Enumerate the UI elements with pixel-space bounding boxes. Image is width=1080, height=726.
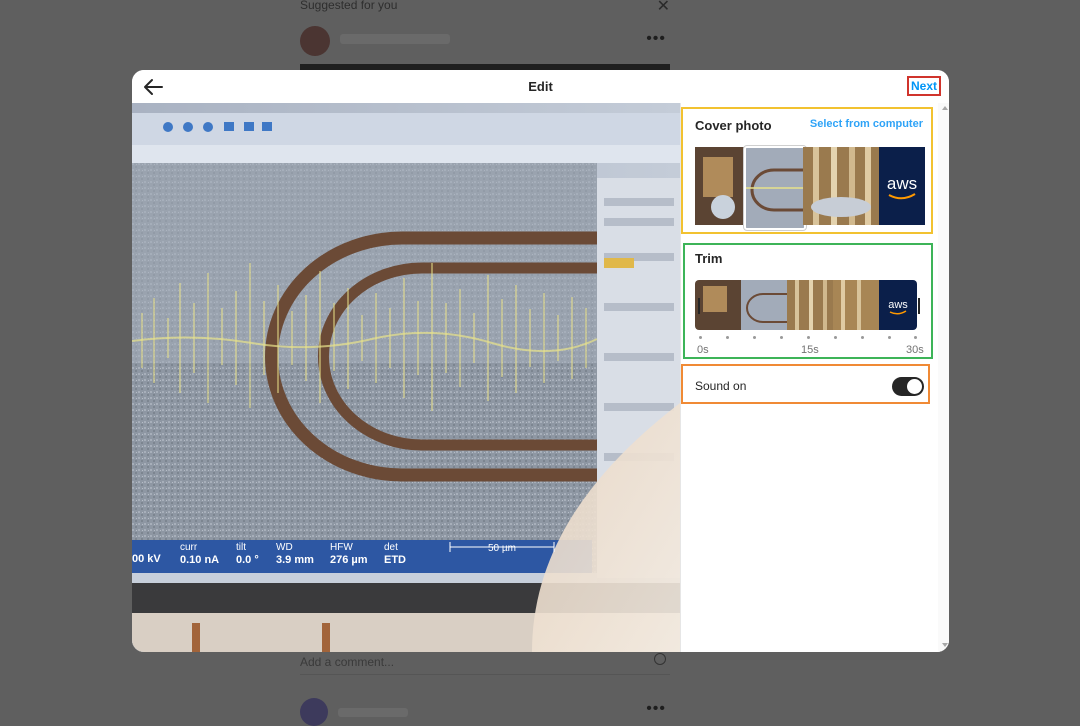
sem-label: det (384, 542, 398, 553)
sem-value: 3.9 mm (276, 554, 314, 566)
timeline-ticks (699, 336, 919, 340)
emoji-icon[interactable] (654, 653, 666, 665)
blurred-username (340, 34, 450, 44)
trim-end-handle[interactable] (918, 298, 920, 314)
sound-section: Sound on (681, 364, 930, 404)
sem-value: ETD (384, 554, 406, 566)
sem-label: curr (180, 542, 198, 553)
more-options-icon[interactable]: ••• (646, 700, 666, 718)
suggested-bar: Suggested for you ✕ (300, 0, 670, 16)
scroll-up-icon[interactable] (942, 106, 948, 110)
cover-thumbnail[interactable]: aws (879, 147, 925, 225)
close-icon[interactable]: ✕ (657, 0, 670, 16)
trim-start-handle[interactable] (698, 298, 700, 314)
trim-section: Trim aws 0s 15s 30s (683, 243, 933, 359)
sound-label: Sound on (695, 379, 747, 393)
trim-timeline[interactable]: aws (695, 280, 917, 330)
timeline-tick (861, 336, 864, 339)
video-frame: 00 kV curr 0.10 nA tilt 0.0 ° WD 3.9 mm … (132, 103, 680, 652)
sem-left-value: 00 kV (132, 553, 161, 565)
cover-photo-title: Cover photo (695, 118, 772, 133)
time-label-end: 30s (906, 344, 924, 356)
cover-photo-section: Cover photo Select from computer aws (681, 107, 933, 234)
cover-thumbnail[interactable] (803, 147, 879, 225)
timeline-tick (888, 336, 891, 339)
modal-title: Edit (528, 79, 553, 94)
avatar[interactable] (300, 698, 328, 726)
modal-header: Edit Next (132, 70, 949, 104)
toggle-knob (907, 379, 922, 394)
sem-value: 0.0 ° (236, 554, 259, 566)
trim-frames: aws (695, 280, 917, 330)
trim-title: Trim (695, 251, 723, 266)
scroll-down-icon[interactable] (942, 643, 948, 647)
timeline-tick (807, 336, 810, 339)
cover-thumbnail-selected[interactable] (744, 146, 806, 230)
thumbnail-image (695, 147, 745, 225)
sem-value: 276 µm (330, 554, 368, 566)
aws-logo-text: aws (887, 174, 917, 193)
sem-label: HFW (330, 542, 353, 553)
cover-thumbnail[interactable] (695, 147, 745, 225)
sound-toggle[interactable] (892, 377, 924, 396)
thumbnail-image: aws (879, 147, 925, 225)
panel-scrollbar[interactable] (938, 103, 949, 652)
comment-row[interactable]: Add a comment... (300, 650, 670, 675)
sem-label: tilt (236, 542, 246, 553)
sem-value: 0.10 nA (180, 554, 219, 566)
blurred-username (338, 708, 408, 717)
timeline-tick (914, 336, 917, 339)
cover-thumbnails: aws (695, 146, 925, 230)
edit-side-panel: Cover photo Select from computer aws Tri… (680, 103, 949, 652)
scale-bar-label: 50 µm (488, 543, 516, 554)
timeline-tick (834, 336, 837, 339)
timeline-tick (753, 336, 756, 339)
time-label-start: 0s (697, 344, 709, 356)
select-from-computer-link[interactable]: Select from computer (810, 118, 923, 130)
video-preview[interactable]: 00 kV curr 0.10 nA tilt 0.0 ° WD 3.9 mm … (132, 103, 680, 652)
timeline-tick (780, 336, 783, 339)
timeline-tick (726, 336, 729, 339)
thumbnail-image (746, 148, 804, 228)
aws-logo-text: aws (888, 299, 908, 311)
more-options-icon[interactable]: ••• (646, 30, 666, 48)
timeline-tick (699, 336, 702, 339)
next-button[interactable]: Next (907, 76, 941, 96)
comment-input[interactable]: Add a comment... (300, 655, 394, 669)
thumbnail-image (803, 147, 879, 225)
time-label-middle: 15s (801, 344, 819, 356)
avatar[interactable] (300, 26, 330, 56)
sem-label: WD (276, 542, 293, 553)
suggested-title: Suggested for you (300, 0, 398, 12)
edit-modal: Edit Next 00 kV curr 0.10 nA tilt 0.0 ° … (132, 70, 949, 652)
